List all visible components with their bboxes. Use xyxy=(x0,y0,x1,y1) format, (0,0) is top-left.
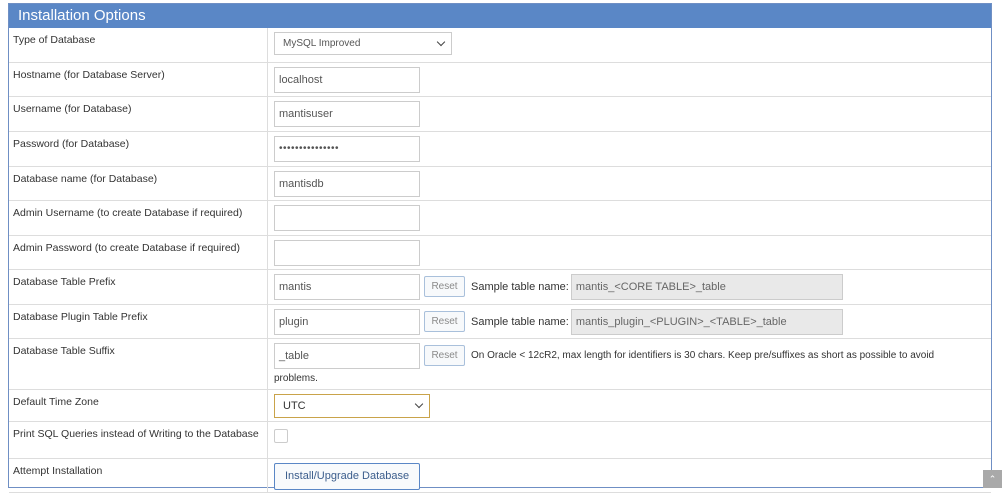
db-type-label: Type of Database xyxy=(9,28,268,63)
table-suffix-label: Database Table Suffix xyxy=(9,338,268,390)
row-table-suffix: Database Table Suffix _table Reset On Orac… xyxy=(9,338,991,390)
admin-username-label: Admin Username (to create Database if re… xyxy=(9,200,268,236)
admin-username-input[interactable] xyxy=(274,204,420,231)
chevron-down-icon xyxy=(436,37,446,47)
row-username: Username (for Database) mantisuser xyxy=(9,96,991,132)
row-print-sql: Print SQL Queries instead of Writing to … xyxy=(9,421,991,459)
row-plugin-prefix: Database Plugin Table Prefix plugin Reset… xyxy=(9,304,991,339)
plugin-prefix-sample-value: mantis_plugin_<PLUGIN>_<TABLE>_table xyxy=(570,308,843,335)
username-input[interactable]: mantisuser xyxy=(274,100,420,127)
password-label: Password (for Database) xyxy=(9,131,268,167)
db-type-selected-value: MySQL Improved xyxy=(283,38,361,49)
row-db-name: Database name (for Database) mantisdb xyxy=(9,166,991,201)
print-sql-checkbox[interactable] xyxy=(274,428,288,443)
plugin-prefix-label: Database Plugin Table Prefix xyxy=(9,304,268,339)
double-chevron-up-icon[interactable]: ⌃ xyxy=(983,470,1002,488)
db-type-select[interactable]: MySQL Improved xyxy=(274,32,452,55)
table-prefix-sample-label: Sample table name: xyxy=(471,280,569,293)
row-hostname: Hostname (for Database Server) localhost xyxy=(9,62,991,97)
table-suffix-note: On Oracle < 12cR2, max length for identi… xyxy=(471,349,935,361)
table-suffix-note-continued: problems. xyxy=(274,372,318,384)
scroll-top-glyph: ⌃ xyxy=(988,474,997,484)
username-label: Username (for Database) xyxy=(9,96,268,132)
admin-password-label: Admin Password (to create Database if re… xyxy=(9,235,268,270)
password-input[interactable]: ••••••••••••••• xyxy=(274,135,420,162)
plugin-prefix-reset-button[interactable]: Reset xyxy=(424,311,465,332)
installation-options-panel: Installation Options Type of Database My… xyxy=(8,3,992,493)
plugin-prefix-sample-label: Sample table name: xyxy=(471,315,569,328)
table-prefix-reset-button[interactable]: Reset xyxy=(424,276,465,297)
timezone-select[interactable]: UTC xyxy=(274,393,430,418)
row-db-type: Type of Database MySQL Improved xyxy=(9,28,991,63)
install-label: Attempt Installation xyxy=(9,458,268,493)
row-install: Attempt Installation Install/Upgrade Dat… xyxy=(9,458,991,493)
timezone-selected-value: UTC xyxy=(283,399,306,412)
print-sql-label: Print SQL Queries instead of Writing to … xyxy=(9,421,268,459)
row-admin-password: Admin Password (to create Database if re… xyxy=(9,235,991,270)
admin-password-input[interactable] xyxy=(274,239,420,266)
hostname-input[interactable]: localhost xyxy=(274,66,420,93)
chevron-down-icon xyxy=(414,399,424,408)
table-prefix-sample-value: mantis_<CORE TABLE>_table xyxy=(570,273,843,300)
db-name-label: Database name (for Database) xyxy=(9,166,268,201)
table-prefix-input[interactable]: mantis xyxy=(274,273,420,300)
row-password: Password (for Database) ••••••••••••••• xyxy=(9,131,991,167)
row-timezone: Default Time Zone UTC xyxy=(9,389,991,422)
table-suffix-input[interactable]: _table xyxy=(274,342,420,369)
row-table-prefix: Database Table Prefix mantis Reset Sample … xyxy=(9,269,991,305)
options-table: Type of Database MySQL Improved Hostname… xyxy=(9,28,991,493)
panel-title: Installation Options xyxy=(9,4,991,28)
timezone-label: Default Time Zone xyxy=(9,389,268,422)
install-upgrade-button[interactable]: Install/Upgrade Database xyxy=(274,462,421,490)
table-suffix-reset-button[interactable]: Reset xyxy=(424,345,465,366)
hostname-label: Hostname (for Database Server) xyxy=(9,62,268,97)
table-prefix-label: Database Table Prefix xyxy=(9,269,268,305)
db-name-input[interactable]: mantisdb xyxy=(274,170,420,197)
plugin-prefix-input[interactable]: plugin xyxy=(274,308,420,335)
row-admin-username: Admin Username (to create Database if re… xyxy=(9,200,991,236)
